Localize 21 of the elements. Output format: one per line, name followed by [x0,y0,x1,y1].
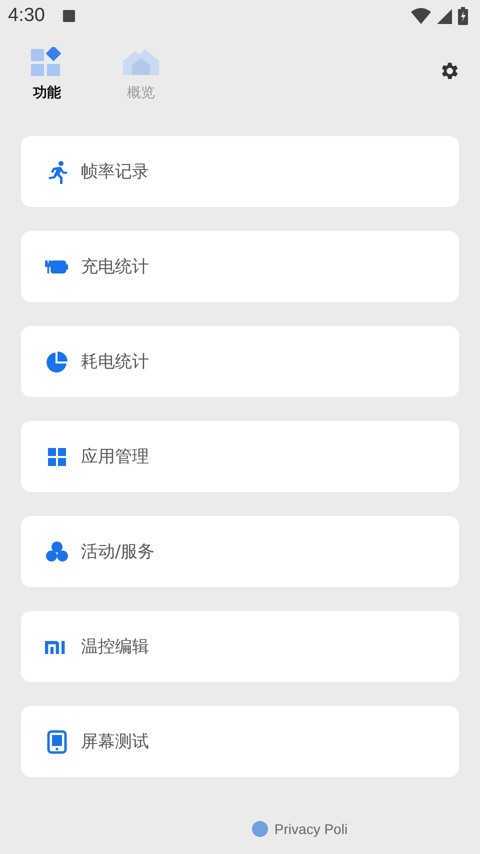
menu-card[interactable]: 充电统计 [21,231,459,302]
menu-card[interactable]: 应用管理 [21,421,459,492]
menu-card[interactable]: 耗电统计 [21,326,459,397]
tab[interactable]: 功能 [24,46,70,102]
globe-icon [252,821,268,837]
menu-card[interactable]: 温控编辑 [21,611,459,682]
notification-icon [62,10,75,22]
tablet-icon [47,730,67,754]
signal-icon [437,8,452,24]
battery-icon [458,7,468,25]
privacy-policy-link[interactable]: Privacy Poli [274,821,348,837]
clock: 4:30 [8,5,45,27]
menu-card[interactable]: 帧率记录 [21,136,459,207]
menu-card[interactable]: 屏幕测试 [21,706,459,777]
menu-card[interactable]: 活动/服务 [21,516,459,587]
house-icon [123,47,159,77]
circles-icon [45,540,69,564]
wifi-icon [411,8,431,24]
pie-chart-icon [45,350,69,374]
blocks-icon [31,47,63,77]
grid-icon [47,446,67,466]
